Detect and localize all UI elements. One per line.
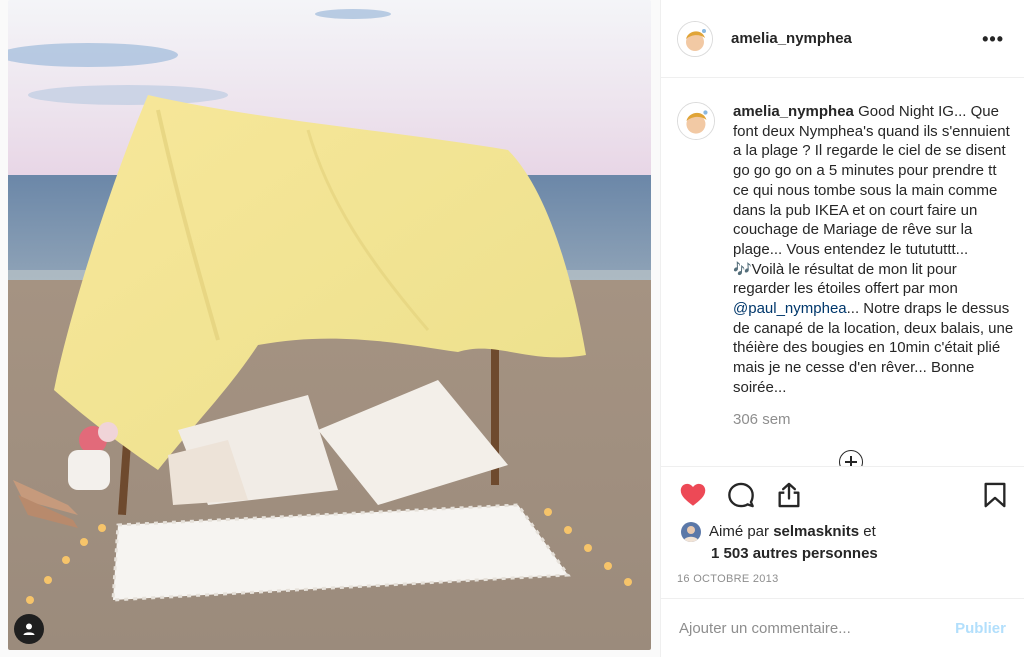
bookmark-icon[interactable] — [981, 481, 1009, 509]
post-photo[interactable] — [8, 0, 651, 650]
caption: amelia_nymphea Good Night IG... Que font… — [677, 102, 1014, 429]
caption-username[interactable]: amelia_nymphea — [733, 103, 854, 120]
post-author-username[interactable]: amelia_nymphea — [731, 30, 852, 47]
post-date[interactable]: 16 octobre 2013 — [677, 573, 779, 585]
more-icon[interactable]: ••• — [978, 26, 1008, 52]
tagged-users-button[interactable] — [14, 614, 44, 644]
post-media-pane — [0, 0, 660, 657]
publish-button[interactable]: Publier — [955, 620, 1006, 637]
caption-text: Good Night IG... Que font deux Nymphea's… — [733, 103, 1010, 298]
comments-section: amelia_nymphea Good Night IG... Que font… — [661, 78, 1024, 466]
actions-section: Aimé par selmasknits et 1 503 autres per… — [661, 466, 1024, 585]
post-header: amelia_nymphea ••• — [661, 0, 1024, 78]
mention-link[interactable]: @paul_nymphea — [733, 300, 847, 317]
likes-text: Aimé par selmasknits et 1 503 autres per… — [709, 521, 878, 565]
likes-others-link[interactable]: 1 503 autres personnes — [711, 543, 878, 565]
liked-by-prefix: Aimé par — [709, 523, 774, 540]
likes-summary: Aimé par selmasknits et 1 503 autres per… — [681, 521, 878, 565]
liker-avatar[interactable] — [681, 522, 701, 542]
add-comments-icon[interactable] — [839, 450, 863, 466]
caption-body: amelia_nymphea Good Night IG... Que font… — [733, 102, 1014, 429]
heart-icon[interactable] — [679, 481, 707, 509]
avatar[interactable] — [677, 20, 713, 57]
action-bar — [661, 467, 1024, 525]
comment-form: Publier — [661, 598, 1024, 657]
comment-icon[interactable] — [727, 481, 755, 509]
comment-input[interactable] — [679, 619, 956, 637]
caption-timestamp[interactable]: 306 sem — [733, 410, 1014, 430]
liked-by-suffix: et — [859, 523, 876, 540]
caption-avatar[interactable] — [677, 102, 715, 140]
user-tag-icon — [23, 623, 35, 635]
share-icon[interactable] — [775, 481, 803, 509]
liked-by-user[interactable]: selmasknits — [773, 523, 859, 540]
post-details-panel: amelia_nymphea ••• amelia_nymphea Good N… — [660, 0, 1024, 657]
